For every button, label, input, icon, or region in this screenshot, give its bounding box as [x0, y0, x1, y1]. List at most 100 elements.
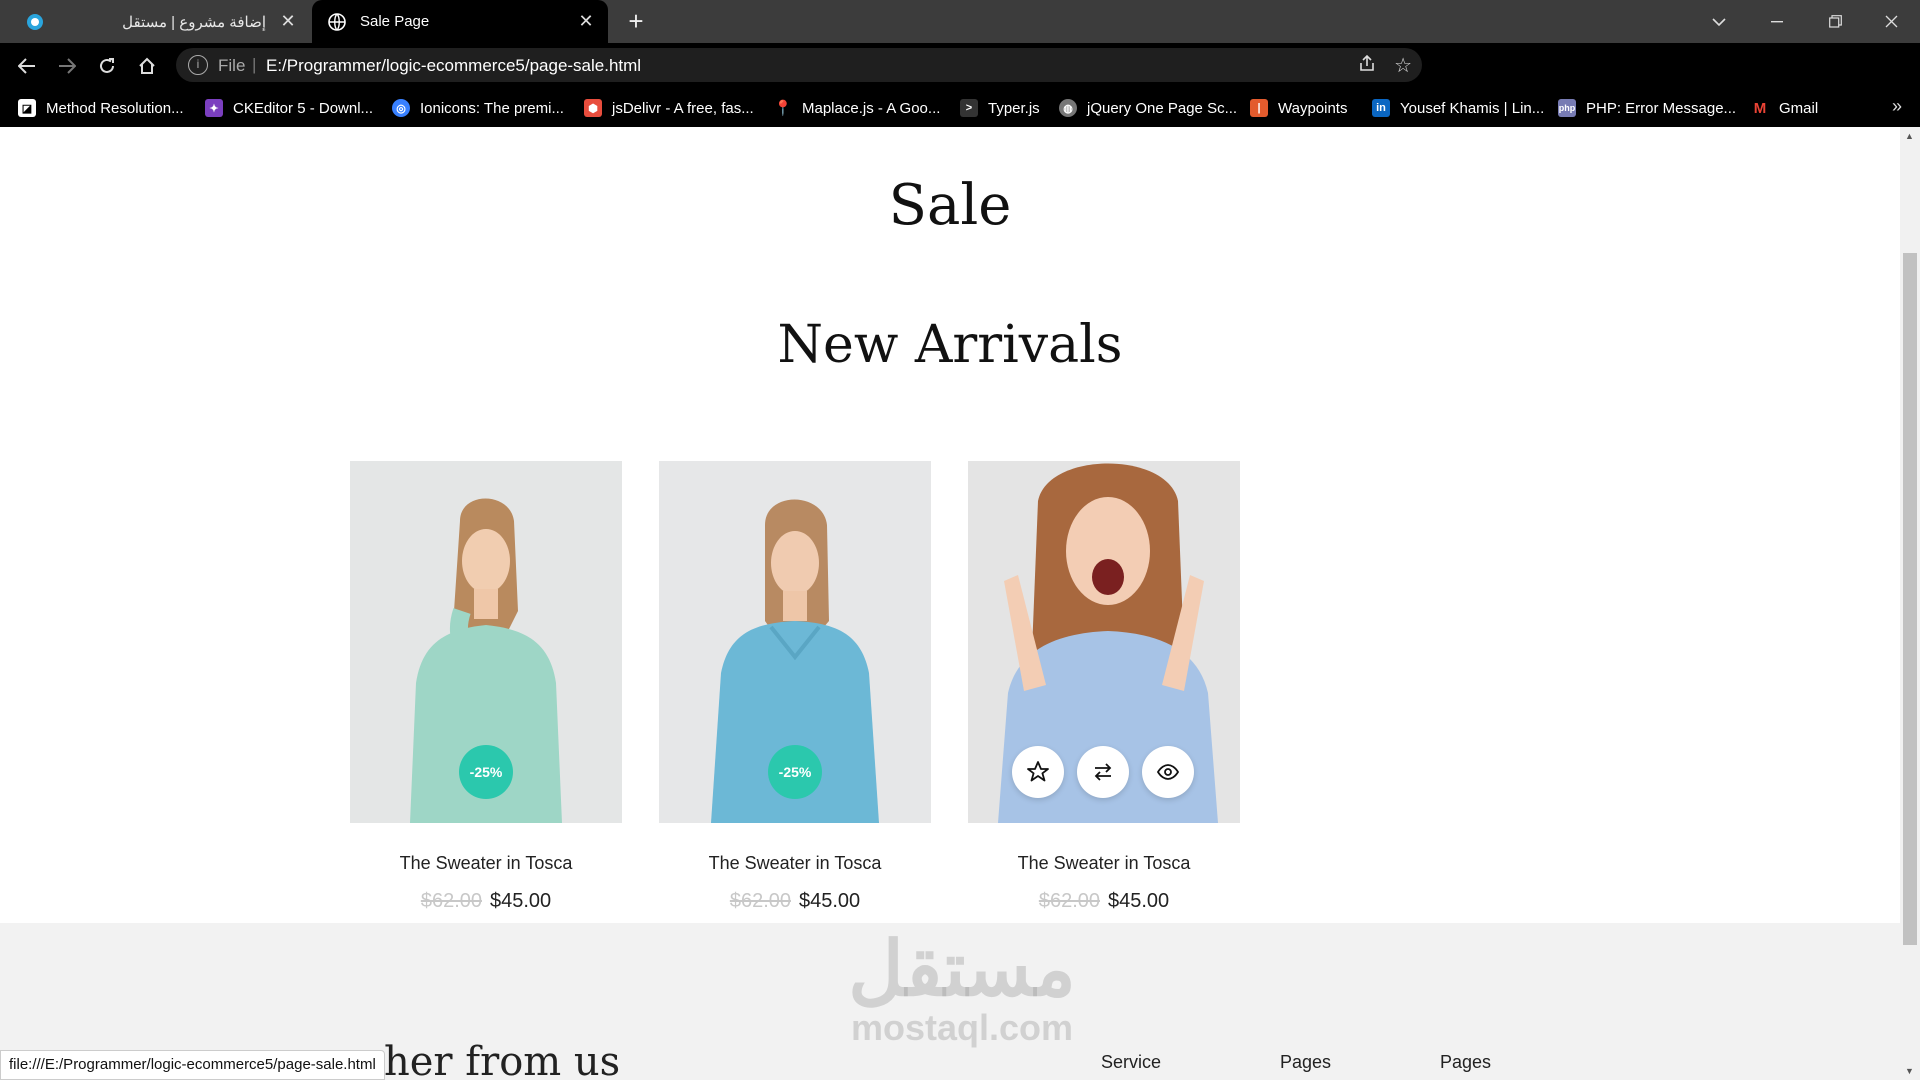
eye-icon	[1156, 764, 1180, 780]
back-button[interactable]	[10, 49, 44, 83]
bookmark-label: Ionicons: The premi...	[420, 99, 564, 117]
bookmark-item[interactable]: M Gmail	[1751, 97, 1818, 119]
compare-icon	[1094, 763, 1112, 781]
bookmark-label: jsDelivr - A free, fas...	[612, 99, 754, 117]
url-text[interactable]: E:/Programmer/logic-ecommerce5/page-sale…	[266, 56, 641, 76]
terminal-icon: >	[960, 99, 978, 117]
gmail-icon: M	[1753, 99, 1767, 117]
bookmark-item[interactable]: ◎ Ionicons: The premi...	[392, 97, 564, 119]
bookmark-item[interactable]: ✦ CKEditor 5 - Downl...	[205, 97, 373, 119]
tab-mostaql[interactable]: إضافة مشروع | مستقل ✕	[10, 0, 310, 43]
old-price: $62.00	[420, 890, 482, 912]
browser-toolbar: i File | E:/Programmer/logic-ecommerce5/…	[0, 43, 1920, 121]
product-image[interactable]: -25%	[350, 461, 622, 823]
close-icon[interactable]: ✕	[276, 10, 300, 34]
scheme-label: File	[218, 56, 246, 75]
bookmark-item[interactable]: in Yousef Khamis | Lin...	[1372, 97, 1544, 119]
product-name[interactable]: The Sweater in Tosca	[968, 853, 1240, 874]
close-icon[interactable]: ✕	[574, 10, 598, 34]
page-viewport: Sale New Arrivals -25% The Sweater in To…	[0, 127, 1900, 1080]
product-image[interactable]: -25%	[659, 461, 931, 823]
info-icon[interactable]: i	[188, 55, 208, 75]
globe-icon	[328, 12, 346, 31]
scrollbar-thumb[interactable]	[1903, 253, 1917, 945]
bookmark-label: Gmail	[1779, 99, 1819, 117]
product-price: $62.00 $45.00	[659, 890, 931, 913]
bookmark-label: jQuery One Page Sc...	[1087, 99, 1238, 117]
linkedin-icon: in	[1372, 99, 1390, 117]
status-bar: file:///E:/Programmer/logic-ecommerce5/p…	[0, 1050, 385, 1080]
old-price: $62.00	[1038, 890, 1100, 912]
bookmark-item[interactable]: php PHP: Error Message...	[1558, 97, 1736, 119]
footer-column-title: Pages	[1280, 1052, 1332, 1072]
sale-price: $45.00	[1108, 890, 1170, 912]
product-name[interactable]: The Sweater in Tosca	[659, 853, 931, 874]
product-actions	[1012, 746, 1194, 798]
restore-button[interactable]	[1806, 0, 1864, 43]
home-button[interactable]	[130, 49, 164, 83]
bookmark-label: Maplace.js - A Goo...	[802, 99, 941, 117]
bookmark-item[interactable]: ⬢ jsDelivr - A free, fas...	[584, 97, 754, 119]
share-icon[interactable]	[1358, 54, 1376, 77]
discount-badge: -25%	[768, 745, 822, 799]
tab-strip: إضافة مشروع | مستقل ✕ Sale Page ✕ +	[0, 0, 1920, 43]
star-icon	[1027, 761, 1049, 782]
address-bar[interactable]: i File | E:/Programmer/logic-ecommerce5/…	[176, 48, 1422, 82]
product-card[interactable]: -25% The Sweater in Tosca $62.00 $45.00	[659, 461, 931, 913]
section-title: New Arrivals	[777, 315, 1123, 375]
scrollbar[interactable]: ▲ ▼	[1900, 127, 1920, 1080]
tab-title: Sale Page	[360, 13, 430, 30]
product-name[interactable]: The Sweater in Tosca	[350, 853, 622, 874]
ckeditor-icon: ✦	[205, 99, 223, 117]
map-pin-icon: 📍	[773, 100, 793, 117]
footer-column-title: Pages	[1440, 1052, 1492, 1072]
sale-price: $45.00	[490, 890, 552, 912]
bookmarks-bar: ◪ Method Resolution... ✦ CKEditor 5 - Do…	[0, 88, 1920, 127]
method-icon: ◪	[18, 99, 36, 117]
bookmark-label: PHP: Error Message...	[1586, 99, 1737, 117]
jsdelivr-icon: ⬢	[584, 99, 602, 117]
reload-button[interactable]	[90, 49, 124, 83]
product-card[interactable]: The Sweater in Tosca $62.00 $45.00	[968, 461, 1240, 913]
product-card[interactable]: -25% The Sweater in Tosca $62.00 $45.00	[350, 461, 622, 913]
product-image[interactable]	[968, 461, 1240, 823]
page-title: Sale	[888, 173, 1012, 238]
tab-search-icon[interactable]	[1690, 0, 1748, 43]
minimize-button[interactable]	[1748, 0, 1806, 43]
product-price: $62.00 $45.00	[968, 890, 1240, 913]
forward-button[interactable]	[50, 49, 84, 83]
sale-price: $45.00	[799, 890, 861, 912]
bookmark-label: Method Resolution...	[46, 99, 184, 117]
bookmark-label: Yousef Khamis | Lin...	[1400, 99, 1545, 117]
waypoints-icon: |	[1250, 99, 1268, 117]
divider: |	[252, 55, 257, 74]
quick-view-button[interactable]	[1142, 746, 1194, 798]
bookmark-item[interactable]: ◍ jQuery One Page Sc...	[1059, 97, 1237, 119]
discount-badge: -25%	[459, 745, 513, 799]
bookmark-label: Typer.js	[988, 99, 1040, 117]
bookmark-label: CKEditor 5 - Downl...	[233, 99, 374, 117]
bookmark-item[interactable]: ◪ Method Resolution...	[18, 97, 184, 119]
footer-heading: her from us	[384, 1039, 621, 1080]
chevron-more-icon[interactable]: »	[1892, 96, 1902, 117]
tab-sale-page[interactable]: Sale Page ✕	[312, 0, 608, 43]
scroll-down-arrow-icon[interactable]: ▼	[1905, 1066, 1914, 1076]
php-icon: php	[1558, 99, 1576, 117]
product-price: $62.00 $45.00	[350, 890, 622, 913]
close-window-button[interactable]	[1862, 0, 1920, 43]
scroll-up-arrow-icon[interactable]: ▲	[1905, 131, 1914, 141]
wishlist-button[interactable]	[1012, 746, 1064, 798]
new-tab-button[interactable]: +	[620, 6, 652, 38]
mostaql-icon	[26, 13, 44, 31]
bookmark-star-icon[interactable]: ☆	[1394, 53, 1412, 78]
footer-column-title: Service	[1101, 1052, 1162, 1072]
tab-title: إضافة مشروع | مستقل	[122, 13, 266, 31]
bookmark-item[interactable]: 📍 Maplace.js - A Goo...	[773, 97, 941, 119]
ionicons-icon: ◎	[392, 99, 410, 117]
old-price: $62.00	[729, 890, 791, 912]
bookmark-item[interactable]: > Typer.js	[960, 97, 1040, 119]
globe-icon: ◍	[1059, 99, 1077, 117]
bookmark-label: Waypoints	[1278, 99, 1348, 117]
compare-button[interactable]	[1077, 746, 1129, 798]
bookmark-item[interactable]: | Waypoints	[1250, 97, 1347, 119]
